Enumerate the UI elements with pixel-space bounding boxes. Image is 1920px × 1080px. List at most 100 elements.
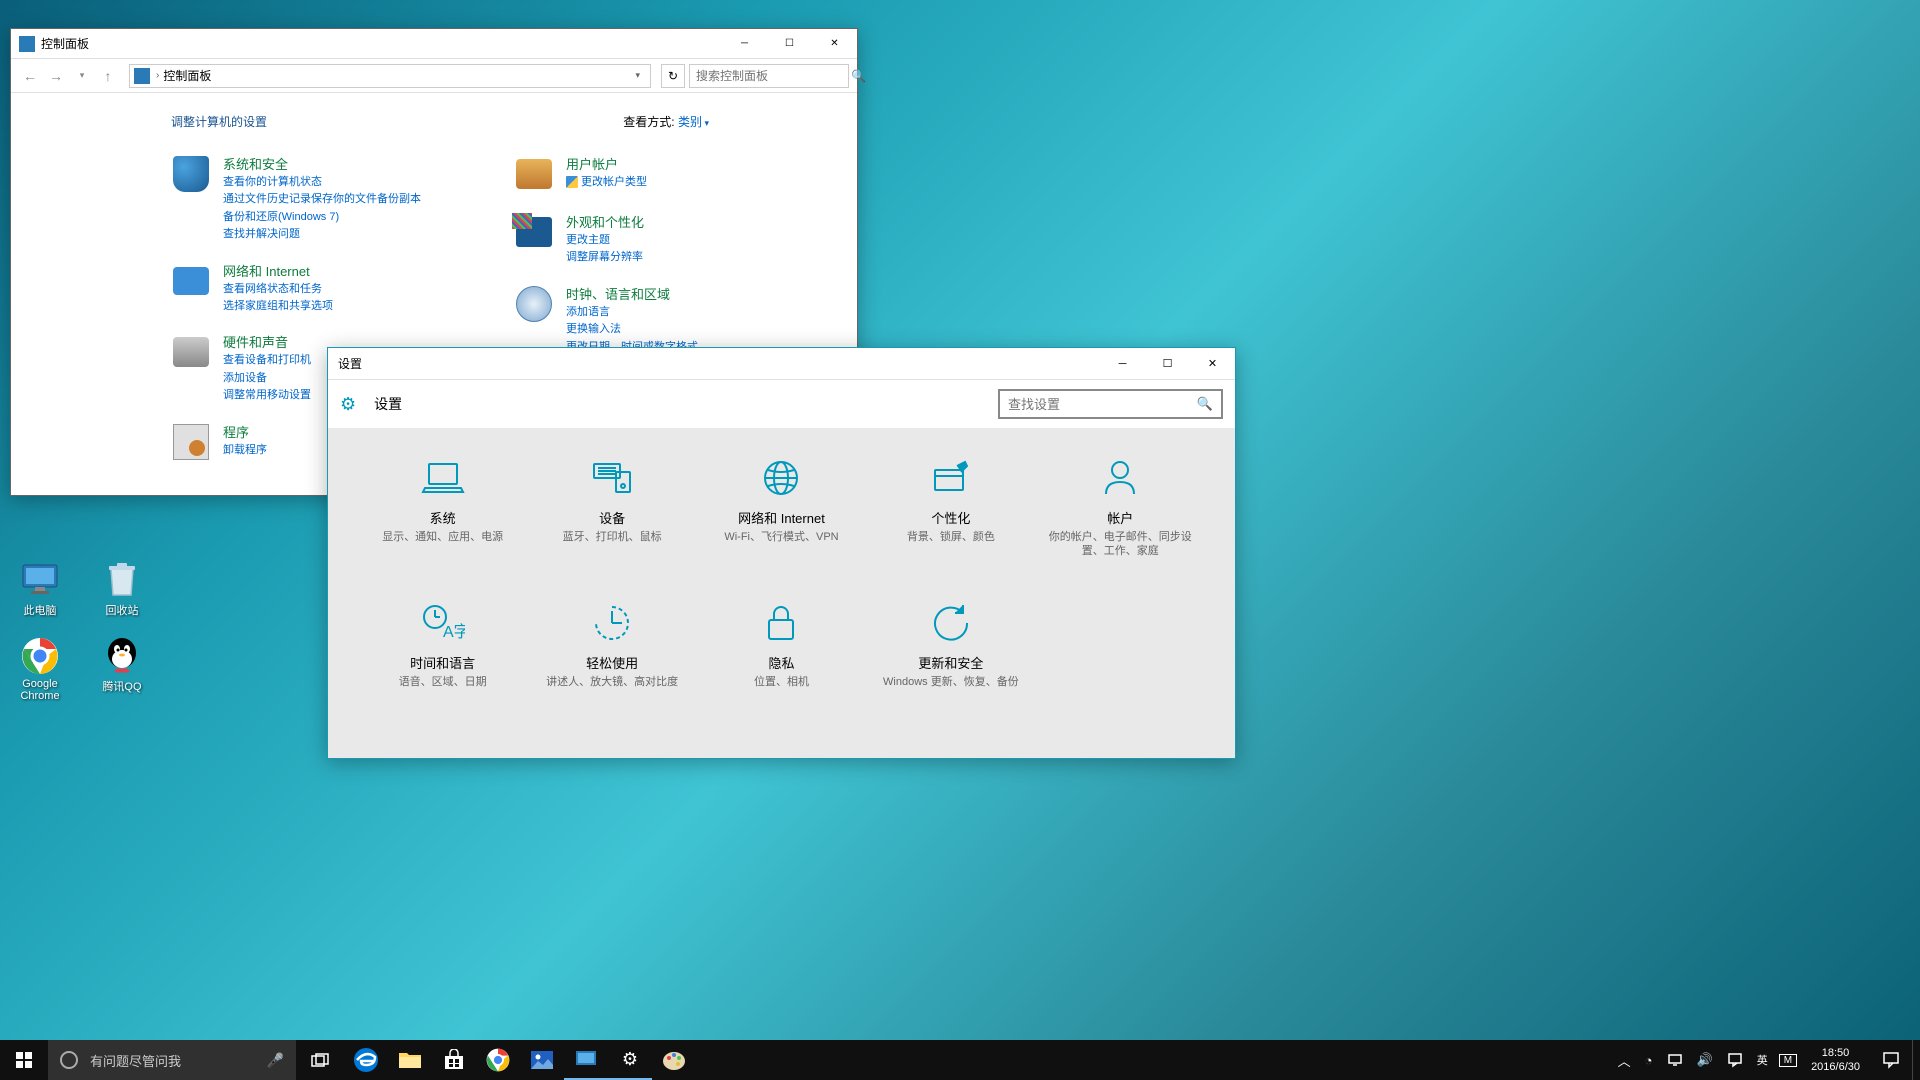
tray-network-icon[interactable] <box>1660 1040 1690 1080</box>
appearance-icon <box>514 212 554 252</box>
cat-title[interactable]: 系统和安全 <box>223 154 421 173</box>
cat-link[interactable]: 调整屏幕分辨率 <box>566 250 644 265</box>
window-title: 控制面板 <box>41 35 722 52</box>
desktop-icon-chrome[interactable]: Google Chrome <box>10 636 70 702</box>
tray-location-icon[interactable]: ◔ <box>1638 1040 1660 1080</box>
tray-overflow-button[interactable]: ︿ <box>1611 1040 1638 1080</box>
cat-title: 时间和语言 <box>410 653 475 672</box>
cat-desc: 你的帐户、电子邮件、同步设置、工作、家庭 <box>1043 530 1198 559</box>
settings-cat-accounts[interactable]: 帐户 你的帐户、电子邮件、同步设置、工作、家庭 <box>1043 458 1198 559</box>
start-button[interactable] <box>0 1040 48 1080</box>
desktop-icon-recycle-bin[interactable]: 回收站 <box>92 560 152 618</box>
cat-link[interactable]: 更改帐户类型 <box>566 175 647 190</box>
time-language-icon: A字 <box>421 603 465 643</box>
cat-title[interactable]: 用户帐户 <box>566 154 647 173</box>
show-desktop-button[interactable] <box>1912 1040 1918 1080</box>
taskbar-app-chrome[interactable] <box>476 1040 520 1080</box>
ime-lang-indicator[interactable]: 英 <box>1750 1040 1775 1080</box>
cat-title[interactable]: 硬件和声音 <box>223 332 311 351</box>
taskbar-app-control-panel[interactable] <box>564 1040 608 1080</box>
cat-link[interactable]: 查看设备和打印机 <box>223 353 311 368</box>
cat-title[interactable]: 时钟、语言和区域 <box>566 284 698 303</box>
cat-desc: 语音、区域、日期 <box>399 675 487 689</box>
settings-cat-ease-of-access[interactable]: 轻松使用 讲述人、放大镜、高对比度 <box>535 603 690 689</box>
settings-cat-devices[interactable]: 设备 蓝牙、打印机、鼠标 <box>535 458 690 559</box>
cat-link[interactable]: 调整常用移动设置 <box>223 388 311 403</box>
desktop-label: 此电脑 <box>24 602 57 618</box>
settings-cat-privacy[interactable]: 隐私 位置、相机 <box>704 603 859 689</box>
tray-volume-icon[interactable]: 🔊 <box>1690 1040 1720 1080</box>
cat-title[interactable]: 网络和 Internet <box>223 261 333 280</box>
close-button[interactable]: ✕ <box>812 29 857 58</box>
taskbar-clock[interactable]: 18:50 2016/6/30 <box>1801 1046 1870 1075</box>
cortana-placeholder: 有问题尽管问我 <box>90 1051 267 1070</box>
cat-title[interactable]: 程序 <box>223 422 267 441</box>
view-by-value[interactable]: 类别 <box>678 115 709 129</box>
refresh-button[interactable]: ↻ <box>661 64 685 88</box>
search-icon[interactable]: 🔍 <box>1197 396 1213 412</box>
settings-cat-system[interactable]: 系统 显示、通知、应用、电源 <box>365 458 520 559</box>
recent-button[interactable]: ▾ <box>71 65 93 87</box>
control-panel-icon <box>19 36 35 52</box>
cat-title: 网络和 Internet <box>738 508 825 527</box>
up-button[interactable]: ↑ <box>97 65 119 87</box>
taskbar: 有问题尽管问我 🎤 ⚙ ︿ ◔ 🔊 英 M 18:50 2016/6/30 <box>0 1040 1920 1080</box>
cat-link[interactable]: 选择家庭组和共享选项 <box>223 299 333 314</box>
settings-cat-network[interactable]: 网络和 Internet Wi-Fi、飞行模式、VPN <box>704 458 859 559</box>
settings-cat-time-language[interactable]: A字 时间和语言 语音、区域、日期 <box>365 603 520 689</box>
control-panel-titlebar[interactable]: 控制面板 ─ ☐ ✕ <box>11 29 857 59</box>
settings-heading: 设置 <box>374 394 998 414</box>
forward-button[interactable]: → <box>45 65 67 87</box>
minimize-button[interactable]: ─ <box>722 29 767 58</box>
taskbar-app-photos[interactable] <box>520 1040 564 1080</box>
maximize-button[interactable]: ☐ <box>1145 348 1190 379</box>
cat-title: 隐私 <box>768 653 794 672</box>
taskbar-app-store[interactable] <box>432 1040 476 1080</box>
cat-link[interactable]: 备份和还原(Windows 7) <box>223 210 421 225</box>
address-bar[interactable]: › 控制面板 ▾ <box>129 64 651 88</box>
ime-mode-indicator[interactable]: M <box>1779 1054 1797 1067</box>
cat-link[interactable]: 添加设备 <box>223 371 311 386</box>
cat-link[interactable]: 查找并解决问题 <box>223 227 421 242</box>
programs-icon <box>171 422 211 462</box>
cat-title: 更新和安全 <box>918 653 983 672</box>
cat-link[interactable]: 查看你的计算机状态 <box>223 175 421 190</box>
address-dropdown-icon[interactable]: ▾ <box>635 70 640 81</box>
cat-link[interactable]: 添加语言 <box>566 305 698 320</box>
maximize-button[interactable]: ☐ <box>767 29 812 58</box>
cat-link[interactable]: 更改主题 <box>566 233 644 248</box>
view-by: 查看方式: 类别 <box>623 113 709 130</box>
desktop-icon-qq[interactable]: 腾讯QQ <box>92 636 152 702</box>
search-icon[interactable]: 🔍 <box>851 69 866 83</box>
cortana-search[interactable]: 有问题尽管问我 🎤 <box>48 1040 296 1080</box>
cat-link[interactable]: 更换输入法 <box>566 322 698 337</box>
taskbar-app-edge[interactable] <box>344 1040 388 1080</box>
cat-link[interactable]: 查看网络状态和任务 <box>223 282 333 297</box>
close-button[interactable]: ✕ <box>1190 348 1235 379</box>
search-input[interactable] <box>1008 397 1197 412</box>
mic-icon[interactable]: 🎤 <box>267 1052 284 1069</box>
taskbar-app-settings[interactable]: ⚙ <box>608 1040 652 1080</box>
back-button[interactable]: ← <box>19 65 41 87</box>
taskbar-app-explorer[interactable] <box>388 1040 432 1080</box>
taskbar-app-paint[interactable] <box>652 1040 696 1080</box>
settings-titlebar[interactable]: 设置 ─ ☐ ✕ <box>328 348 1235 380</box>
settings-cat-personalization[interactable]: 个性化 背景、锁屏、颜色 <box>873 458 1028 559</box>
globe-icon <box>761 458 801 498</box>
cat-link[interactable]: 通过文件历史记录保存你的文件备份副本 <box>223 192 421 207</box>
search-input[interactable] <box>696 69 851 83</box>
cat-title[interactable]: 外观和个性化 <box>566 212 644 231</box>
minimize-button[interactable]: ─ <box>1100 348 1145 379</box>
cat-link[interactable]: 卸载程序 <box>223 443 267 458</box>
update-icon <box>931 603 971 643</box>
desktop-icon-this-pc[interactable]: 此电脑 <box>10 560 70 618</box>
task-view-button[interactable] <box>296 1040 344 1080</box>
chevron-right-icon: › <box>156 70 159 81</box>
tray-notifications-icon[interactable] <box>1720 1040 1750 1080</box>
settings-cat-update[interactable]: 更新和安全 Windows 更新、恢复、备份 <box>873 603 1028 689</box>
laptop-icon <box>421 458 465 498</box>
control-panel-search[interactable]: 🔍 <box>689 64 849 88</box>
settings-search[interactable]: 🔍 <box>998 389 1223 419</box>
action-center-button[interactable] <box>1870 1040 1912 1080</box>
gear-icon: ⚙ <box>622 1049 638 1070</box>
